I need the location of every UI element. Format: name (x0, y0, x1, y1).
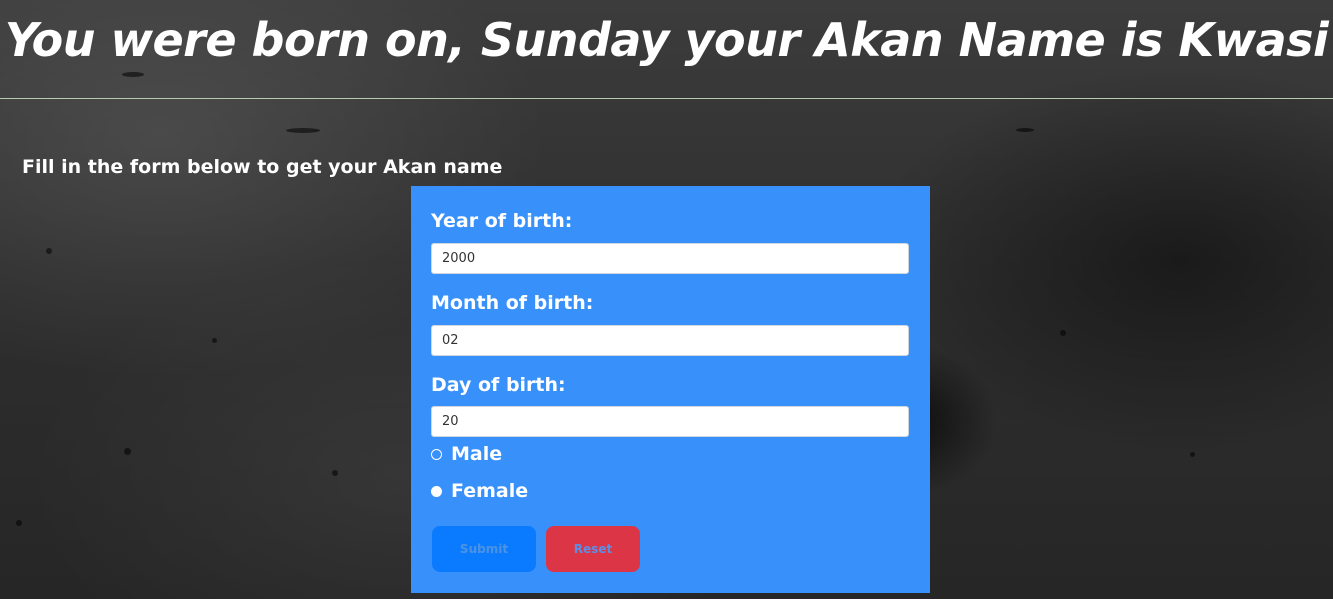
akan-name-form: Year of birth: 2000 Month of birth: 02 D… (411, 186, 930, 593)
female-radio-label: Female (451, 480, 529, 502)
header-divider (0, 98, 1333, 99)
day-label: Day of birth: (431, 374, 566, 396)
background-speck (46, 248, 52, 254)
year-input[interactable]: 2000 (431, 243, 909, 274)
background-speck (1060, 330, 1066, 336)
background-speck (122, 72, 144, 77)
background-speck (286, 128, 320, 133)
background-speck (16, 520, 22, 526)
gender-option-male[interactable]: Male (431, 441, 502, 467)
background-speck (212, 338, 217, 343)
background-speck (1190, 452, 1195, 457)
form-instruction: Fill in the form below to get your Akan … (22, 156, 503, 178)
gender-option-female[interactable]: Female (431, 478, 528, 504)
male-radio-label: Male (451, 443, 503, 465)
year-label: Year of birth: (431, 210, 573, 232)
background-speck (124, 448, 131, 455)
female-radio[interactable] (431, 485, 442, 497)
result-heading: You were born on, Sunday your Akan Name … (4, 13, 1329, 67)
reset-button[interactable]: Reset (546, 526, 640, 572)
male-radio[interactable] (431, 448, 442, 460)
background-speck (332, 470, 338, 476)
month-label: Month of birth: (431, 292, 594, 314)
submit-button[interactable]: Submit (432, 526, 536, 572)
background-speck (1016, 128, 1034, 132)
month-input[interactable]: 02 (431, 325, 909, 356)
day-input[interactable]: 20 (431, 406, 909, 437)
